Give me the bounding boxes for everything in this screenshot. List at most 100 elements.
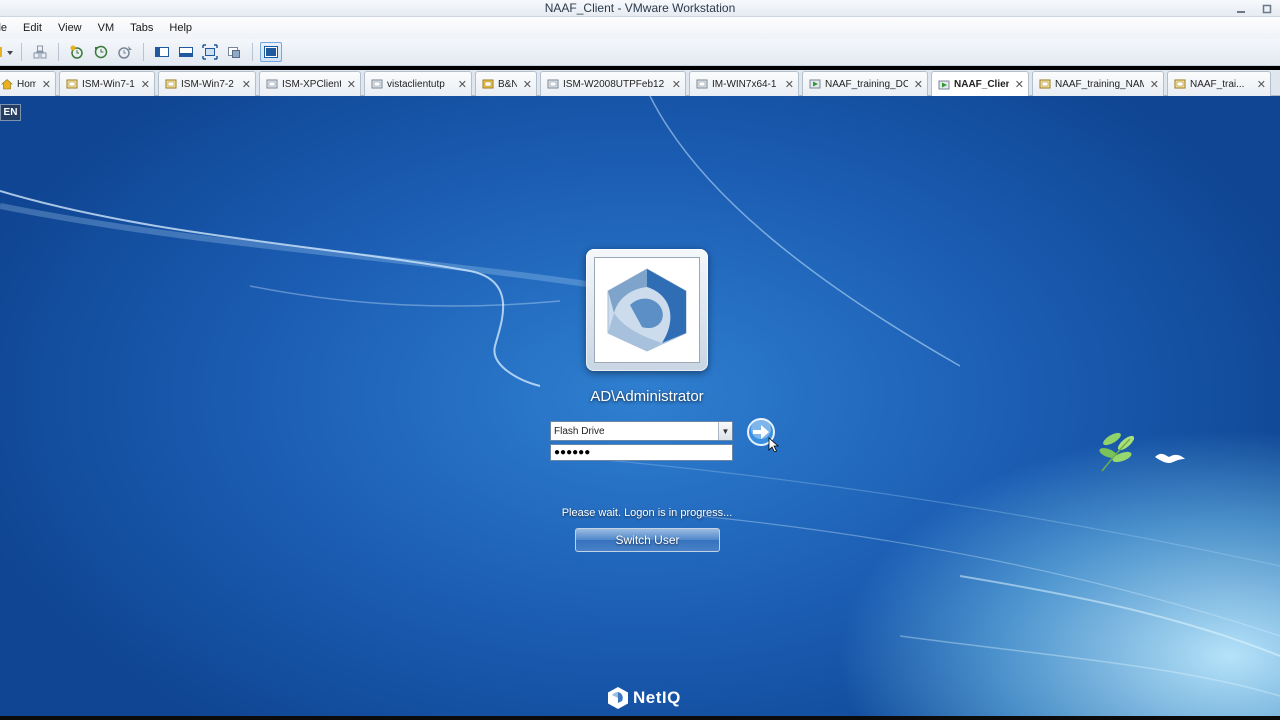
user-picture xyxy=(594,257,700,363)
window-title: NAAF_Client - VMware Workstation xyxy=(544,1,736,15)
maximize-button[interactable] xyxy=(1254,0,1280,17)
switch-user-button[interactable]: Switch User xyxy=(575,528,720,552)
vm-icon xyxy=(165,79,177,89)
minimize-button[interactable] xyxy=(1228,0,1254,17)
close-icon[interactable]: ✕ xyxy=(1257,78,1266,91)
network-icon xyxy=(33,45,47,59)
close-icon[interactable]: ✕ xyxy=(785,78,794,91)
vm-icon xyxy=(1039,79,1051,89)
snapshot-button[interactable] xyxy=(66,42,88,62)
maximize-icon xyxy=(1262,4,1272,13)
title-bar: NAAF_Client - VMware Workstation xyxy=(0,0,1280,17)
vm-icon xyxy=(66,79,78,89)
revert-snapshot-button[interactable] xyxy=(90,42,112,62)
brand-name: NetIQ xyxy=(633,688,681,707)
close-icon[interactable]: ✕ xyxy=(672,78,681,91)
tab-label: Home xyxy=(17,78,36,90)
sidebar-icon xyxy=(155,47,169,57)
window-controls xyxy=(1228,0,1280,17)
toolbar xyxy=(0,39,1280,66)
close-icon[interactable]: ✕ xyxy=(242,78,251,91)
tab-label: B&N xyxy=(498,78,517,90)
vm-running-icon xyxy=(809,79,821,89)
toolbar-separator xyxy=(143,43,144,61)
tab-label: NAAF_training_NAM xyxy=(1055,78,1144,90)
tab-vm[interactable]: ISM-W2008UTPFeb12 ✕ xyxy=(540,71,686,96)
vm-console[interactable]: EN AD\Administrator Flash Drive ▼ ●●●●●●… xyxy=(0,96,1280,720)
user-tile xyxy=(586,249,708,371)
tab-vm[interactable]: vistaclientutp ✕ xyxy=(364,71,472,96)
sidebar-toggle-button[interactable] xyxy=(151,42,173,62)
toolbar-separator xyxy=(21,43,22,61)
submit-arrow-button[interactable] xyxy=(747,418,780,453)
tab-vm[interactable]: NAAF_training_NAM ✕ xyxy=(1032,71,1164,96)
tab-vm[interactable]: NAAF_training_DC ✕ xyxy=(802,71,928,96)
close-icon[interactable]: ✕ xyxy=(523,78,532,91)
power-button[interactable] xyxy=(0,42,14,62)
close-icon[interactable]: ✕ xyxy=(458,78,467,91)
tab-label: ISM-Win7-1 xyxy=(82,78,135,90)
authentication-method-dropdown[interactable]: Flash Drive ▼ xyxy=(550,421,733,441)
menu-vm[interactable]: VM xyxy=(90,22,123,34)
close-icon[interactable]: ✕ xyxy=(914,78,923,91)
bird-decoration xyxy=(1155,453,1185,463)
home-icon xyxy=(1,79,13,90)
username-label: AD\Administrator xyxy=(590,388,704,405)
window-bottom-edge xyxy=(0,716,1280,720)
menu-bar: ile Edit View VM Tabs Help xyxy=(0,17,1280,39)
vm-icon xyxy=(1174,79,1186,89)
tab-label: NAAF_trai... xyxy=(1190,78,1245,90)
brand-logo: NetIQ xyxy=(606,686,681,710)
tab-vm[interactable]: NAAF_trai... ✕ xyxy=(1167,71,1271,96)
language-indicator[interactable]: EN xyxy=(0,104,21,121)
power-icon xyxy=(0,47,13,57)
minimize-icon xyxy=(1237,10,1245,13)
toolbar-separator xyxy=(252,43,253,61)
close-icon[interactable]: ✕ xyxy=(1015,78,1024,91)
background-swirls xyxy=(0,96,1280,697)
thumbnail-icon xyxy=(179,47,193,57)
menu-tabs[interactable]: Tabs xyxy=(122,22,161,34)
vm-icon xyxy=(482,79,494,89)
menu-help[interactable]: Help xyxy=(161,22,200,34)
close-icon[interactable]: ✕ xyxy=(141,78,150,91)
menu-file[interactable]: ile xyxy=(0,22,15,34)
menu-edit[interactable]: Edit xyxy=(15,22,50,34)
console-view-icon xyxy=(264,46,278,58)
netiq-logo-icon xyxy=(607,268,687,352)
network-button[interactable] xyxy=(29,42,51,62)
tab-label: vistaclientutp xyxy=(387,78,445,90)
tab-vm[interactable]: B&N ✕ xyxy=(475,71,537,96)
toolbar-separator xyxy=(58,43,59,61)
close-icon[interactable]: ✕ xyxy=(347,78,356,91)
close-icon[interactable]: ✕ xyxy=(42,78,51,91)
snapshot-manager-icon xyxy=(118,46,132,59)
tab-vm[interactable]: ISM-Win7-1 ✕ xyxy=(59,71,155,96)
tab-label: ISM-Win7-2 xyxy=(181,78,234,90)
snapshot-manager-button[interactable] xyxy=(114,42,136,62)
menu-view[interactable]: View xyxy=(50,22,90,34)
tab-label: ISM-W2008UTPFeb12 xyxy=(563,78,665,90)
vm-icon xyxy=(547,79,559,89)
tab-home[interactable]: Home ✕ xyxy=(0,71,56,96)
arrow-right-icon xyxy=(747,418,780,453)
tab-label: IM-WIN7x64-1 xyxy=(712,78,777,90)
dropdown-arrow-icon[interactable]: ▼ xyxy=(718,422,732,440)
thumbnail-bar-button[interactable] xyxy=(175,42,197,62)
dropdown-value: Flash Drive xyxy=(554,425,605,437)
close-icon[interactable]: ✕ xyxy=(1150,78,1159,91)
logon-status: Please wait. Logon is in progress... xyxy=(561,507,733,519)
unity-button[interactable] xyxy=(223,42,245,62)
netiq-brand-icon xyxy=(608,687,628,709)
tab-vm[interactable]: ISM-Win7-2 ✕ xyxy=(158,71,256,96)
vm-icon xyxy=(696,79,708,89)
tab-vm[interactable]: ISM-XPClient ✕ xyxy=(259,71,361,96)
vm-running-icon xyxy=(938,80,950,89)
snapshot-icon xyxy=(70,45,83,59)
tab-label: NAAF_training_DC xyxy=(825,78,908,90)
password-field[interactable]: ●●●●●● xyxy=(550,444,733,461)
tab-vm[interactable]: IM-WIN7x64-1 ✕ xyxy=(689,71,799,96)
console-view-button[interactable] xyxy=(260,42,282,62)
tab-vm-active[interactable]: NAAF_Client ✕ xyxy=(931,71,1029,97)
full-screen-button[interactable] xyxy=(199,42,221,62)
